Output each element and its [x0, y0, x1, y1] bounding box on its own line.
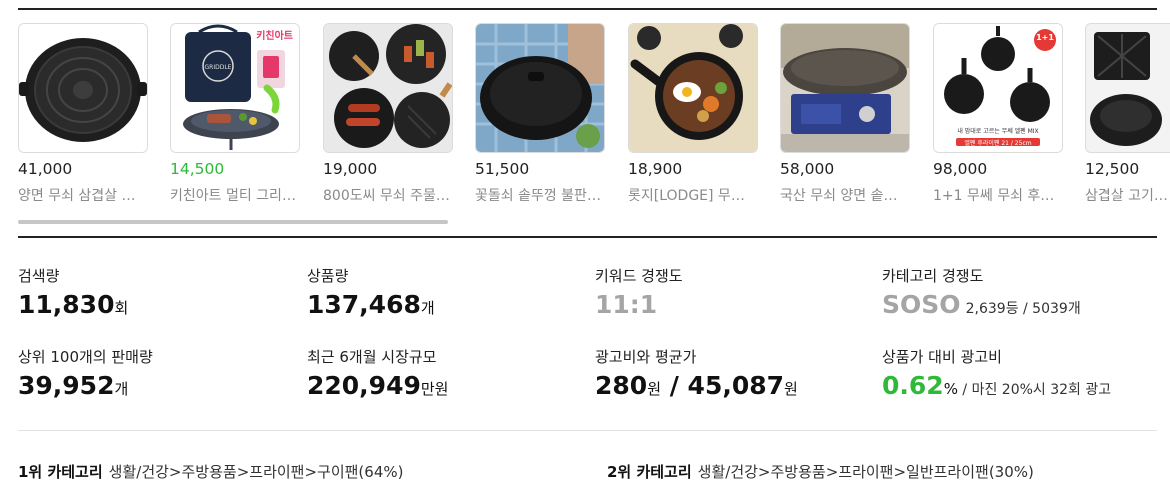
product-price: 12,500 [1085, 160, 1140, 178]
stat-value: 39,952 [18, 371, 115, 400]
stove-grill-image [781, 24, 909, 152]
product-card[interactable]: 51,500 꽃돌쇠 솥뚜껑 불판… [475, 23, 605, 205]
top100-sales-stat: 상위 100개의 판매량 39,952개 [18, 346, 153, 403]
market-size-stat: 최근 6개월 시장규모 220,949만원 [307, 346, 448, 403]
product-thumbnail[interactable] [780, 23, 910, 153]
search-volume-stat: 검색량 11,830회 [18, 265, 128, 322]
avg-price-value: 45,087 [687, 371, 785, 400]
category-path[interactable]: 생활/건강>주방용품>프라이팬>일반프라이팬(30%) [698, 463, 1034, 481]
ad-cost-avg-price-stat: 광고비와 평균가 280원 / 45,087원 [595, 346, 798, 403]
stat-unit: % [943, 380, 958, 398]
stat-detail: 2,639등 / 5039개 [965, 301, 1081, 317]
grill-plate-image [1086, 24, 1170, 152]
product-name[interactable]: 키친아트 멀티 그리… [170, 185, 298, 205]
stat-value-group: 137,468개 [307, 291, 435, 322]
product-thumbnail[interactable] [323, 23, 453, 153]
product-price: 51,500 [475, 160, 530, 178]
first-category: 1위 카테고리 생활/건강>주방용품>프라이팬>구이팬(64%) [18, 461, 403, 482]
stat-label: 카테고리 경쟁도 [882, 267, 984, 285]
product-thumbnail[interactable] [1085, 23, 1170, 153]
product-name[interactable]: 삼겹살 고기… [1085, 185, 1170, 205]
svg-text:GRIDDLE: GRIDDLE [205, 64, 232, 71]
ad-cost-unit: 원 [647, 380, 661, 398]
lid-pan-image [476, 24, 604, 152]
thumbnail-caption-sub: 엘펜 후라이팬 21 / 25cm [964, 140, 1032, 147]
second-category: 2위 카테고리 생활/건강>주방용품>프라이팬>일반프라이팬(30%) [607, 461, 1034, 482]
product-thumbnail[interactable]: GRIDDLE 키친아트 [170, 23, 300, 153]
product-thumbnail[interactable] [628, 23, 758, 153]
stat-label: 검색량 [18, 267, 60, 285]
ad-cost-ratio-stat: 상품가 대비 광고비 0.62% / 마진 20%시 32회 광고 [882, 346, 1111, 404]
stat-label: 최근 6개월 시장규모 [307, 348, 437, 366]
stat-unit: 회 [114, 299, 129, 317]
product-name[interactable]: 양면 무쇠 삼겹살 … [18, 185, 146, 205]
category-divider [18, 430, 1157, 431]
carousel-scrollbar[interactable] [18, 220, 448, 224]
stat-unit: 개 [114, 380, 129, 398]
stat-value-group: 0.62% / 마진 20%시 32회 광고 [882, 372, 1111, 404]
product-card[interactable]: 58,000 국산 무쇠 양면 솥… [780, 23, 910, 205]
grill-pan-image [19, 24, 147, 152]
stat-value-group: SOSO 2,639등 / 5039개 [882, 291, 1081, 323]
product-name[interactable]: 꽃돌쇠 솥뚜껑 불판… [475, 185, 603, 205]
category-title: 1위 카테고리 [18, 463, 103, 481]
product-price: 41,000 [18, 160, 73, 178]
stat-value: 11:1 [595, 290, 658, 319]
thumbnail-caption: 내 맘대로 고르는 무쎄 엘펜 MIX [957, 128, 1039, 135]
product-thumbnail[interactable]: 1+1 내 맘대로 고르는 무쎄 엘펜 MIX 엘펜 후라이팬 21 / 25c… [933, 23, 1063, 153]
multi-grill-image: GRIDDLE [171, 24, 299, 152]
stat-value-group: 280원 / 45,087원 [595, 372, 798, 403]
stat-value: 11,830 [18, 290, 115, 319]
product-name[interactable]: 롯지[LODGE] 무쇠… [628, 185, 756, 205]
cast-iron-pans-image [324, 24, 452, 152]
stat-label: 상위 100개의 판매량 [18, 348, 153, 366]
product-card[interactable]: GRIDDLE 키친아트 14,500 키친아트 멀티 그리… [170, 23, 300, 205]
avg-price-unit: 원 [784, 380, 798, 398]
product-price: 18,900 [628, 160, 683, 178]
product-price: 58,000 [780, 160, 835, 178]
stat-value: 220,949 [307, 371, 421, 400]
value-separator: / [661, 371, 688, 400]
ad-cost-value: 280 [595, 371, 648, 400]
stat-label: 키워드 경쟁도 [595, 267, 683, 285]
product-card[interactable]: 41,000 양면 무쇠 삼겹살 … [18, 23, 148, 205]
product-name[interactable]: 국산 무쇠 양면 솥… [780, 185, 908, 205]
stat-label: 상품량 [307, 267, 349, 285]
stat-value: SOSO [882, 290, 961, 319]
stat-label: 상품가 대비 광고비 [882, 348, 1002, 366]
skillet-food-image [629, 24, 757, 152]
product-price: 14,500 [170, 160, 225, 178]
category-path[interactable]: 생활/건강>주방용품>프라이팬>구이팬(64%) [109, 463, 404, 481]
product-name[interactable]: 800도씨 무쇠 주물… [323, 185, 451, 205]
product-card[interactable]: 18,900 롯지[LODGE] 무쇠… [628, 23, 758, 205]
stat-value: 0.62 [882, 371, 944, 400]
section-divider [18, 236, 1157, 238]
product-thumbnail[interactable] [475, 23, 605, 153]
stat-value-group: 39,952개 [18, 372, 153, 403]
product-price: 98,000 [933, 160, 988, 178]
product-count-stat: 상품량 137,468개 [307, 265, 435, 322]
stat-detail: / 마진 20%시 32회 광고 [957, 382, 1112, 398]
stat-unit: 개 [420, 299, 435, 317]
category-title: 2위 카테고리 [607, 463, 692, 481]
stat-value: 137,468 [307, 290, 421, 319]
stat-value-group: 11,830회 [18, 291, 128, 322]
product-carousel[interactable]: 41,000 양면 무쇠 삼겹살 … GRIDDLE 키친아트 14,500 키… [18, 23, 1170, 208]
stat-value-group: 11:1 [595, 291, 683, 322]
product-name[interactable]: 1+1 무쎄 무쇠 후라… [933, 185, 1061, 205]
product-card[interactable]: 1+1 내 맘대로 고르는 무쎄 엘펜 MIX 엘펜 후라이팬 21 / 25c… [933, 23, 1063, 205]
stat-label: 광고비와 평균가 [595, 348, 697, 366]
top-divider [18, 8, 1157, 10]
stat-unit: 만원 [420, 380, 449, 398]
product-price: 19,000 [323, 160, 378, 178]
brand-logo: 키친아트 [256, 31, 293, 42]
category-competition-stat: 카테고리 경쟁도 SOSO 2,639등 / 5039개 [882, 265, 1081, 323]
product-thumbnail[interactable] [18, 23, 148, 153]
promo-badge: 1+1 [1036, 33, 1054, 42]
product-card[interactable]: 19,000 800도씨 무쇠 주물… [323, 23, 453, 205]
stat-value-group: 220,949만원 [307, 372, 448, 403]
product-card[interactable]: 12,500 삼겹살 고기… [1085, 23, 1170, 205]
keyword-competition-stat: 키워드 경쟁도 11:1 [595, 265, 683, 322]
